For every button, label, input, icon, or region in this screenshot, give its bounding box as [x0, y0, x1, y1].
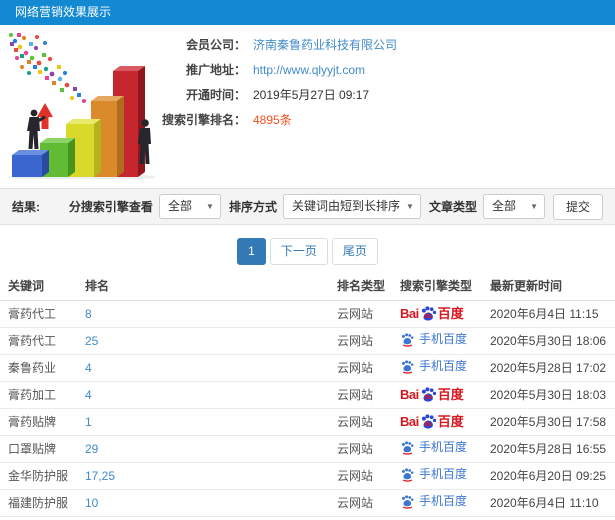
time-cell: 2020年5月30日 17:58 [490, 408, 615, 436]
rank-link[interactable]: 17,25 [85, 469, 115, 483]
rank-type-cell: 云网站 [337, 489, 400, 517]
pagination: 1 下一页 尾页 [0, 238, 615, 265]
info-row-url: 推广地址： http://www.qlyyjt.com [158, 62, 615, 87]
baidu-paw-icon: du [420, 386, 437, 403]
rank-link[interactable]: 10 [85, 496, 98, 510]
baidu-mobile-logo: 手机百度 [400, 494, 467, 509]
baidu-mobile-logo: 手机百度 [400, 332, 467, 347]
time-cell: 2020年6月4日 11:15 [490, 300, 615, 328]
company-link[interactable]: 济南秦鲁药业科技有限公司 [253, 38, 397, 52]
col-rank-type: 排名类型 [337, 271, 400, 301]
mobile-baidu-paw-icon [400, 440, 415, 455]
keyword-cell: 膏药贴牌 [0, 408, 85, 436]
col-updated: 最新更新时间 [490, 271, 615, 301]
mobile-baidu-paw-icon [400, 359, 415, 374]
baidu-mobile-logo: 手机百度 [400, 467, 467, 482]
baidu-mobile-logo: 手机百度 [400, 359, 467, 374]
rank-count-value: 4895条 [253, 113, 292, 127]
col-rank: 排名 [85, 271, 337, 301]
rank-type-cell: 云网站 [337, 408, 400, 436]
table-row: 膏药代工 8 云网站 Bai du 百度 2020年6月4日 11:15 [0, 300, 615, 328]
info-section: 会员公司： 济南秦鲁药业科技有限公司 推广地址： http://www.qlyy… [0, 25, 615, 188]
table-header-row: 关键词 排名 排名类型 搜索引擎类型 最新更新时间 [0, 271, 615, 301]
baidu-pc-logo: Bai du 百度 [400, 386, 464, 403]
bar-blue [12, 150, 49, 177]
time-cell: 2020年5月28日 17:02 [490, 354, 615, 382]
time-cell: 2020年5月30日 18:06 [490, 327, 615, 355]
rank-link[interactable]: 4 [85, 388, 92, 402]
baidu-pc-logo: Bai du 百度 [400, 305, 464, 322]
keyword-cell: 口罩贴牌 [0, 435, 85, 463]
open-time-value: 2019年5月27日 09:17 [253, 88, 370, 102]
titlebar: 网络营销效果展示 [0, 0, 615, 25]
rank-link[interactable]: 4 [85, 361, 92, 375]
filter-bar: 结果: 分搜索引擎查看 全部 排序方式 关键词由短到长排序 文章类型 全部 提交 [0, 188, 615, 225]
rank-type-cell: 云网站 [337, 327, 400, 355]
col-engine-type: 搜索引擎类型 [400, 271, 490, 301]
next-page-button[interactable]: 下一页 [269, 238, 328, 265]
mobile-baidu-paw-icon [400, 494, 415, 509]
growth-bar-chart-illustration [8, 33, 156, 179]
keyword-cell: 金华防护服 [0, 462, 85, 490]
rank-link[interactable]: 25 [85, 334, 98, 348]
engine-filter-label: 分搜索引擎查看 [68, 200, 153, 214]
col-keyword: 关键词 [0, 271, 85, 301]
rank-type-cell: 云网站 [337, 462, 400, 490]
info-row-open-time: 开通时间： 2019年5月27日 09:17 [158, 87, 615, 112]
table-row: 膏药贴牌 1 云网站 Bai du 百度 2020年5月30日 17:58 [0, 408, 615, 436]
table-row: 膏药加工 4 云网站 Bai du 百度 2020年5月30日 18:03 [0, 381, 615, 409]
baidu-paw-icon: du [420, 413, 437, 430]
info-row-company: 会员公司： 济南秦鲁药业科技有限公司 [158, 37, 615, 62]
keyword-cell [0, 516, 85, 520]
rank-link[interactable]: 29 [85, 442, 98, 456]
baidu-mobile-logo: 手机百度 [400, 440, 467, 455]
table-row: 福建防护服 10 云网站 手机百度 2020年6月4日 11:10 [0, 489, 615, 517]
mobile-baidu-paw-icon [400, 467, 415, 482]
table-row: 口罩贴牌 29 云网站 手机百度 2020年5月28日 16:55 [0, 435, 615, 463]
submit-button[interactable]: 提交 [552, 193, 603, 220]
keyword-cell: 膏药代工 [0, 300, 85, 328]
filter-controls: 分搜索引擎查看 全部 排序方式 关键词由短到长排序 文章类型 全部 提交 [61, 193, 603, 220]
results-table: 关键词 排名 排名类型 搜索引擎类型 最新更新时间 膏药代工 8 云网站 Bai… [0, 271, 615, 520]
keyword-cell: 福建防护服 [0, 489, 85, 517]
rank-type-cell: 云网站 [337, 381, 400, 409]
rank-type-cell: 云网站 [337, 300, 400, 328]
keyword-cell: 秦鲁药业 [0, 354, 85, 382]
keyword-cell: 膏药加工 [0, 381, 85, 409]
last-page-button[interactable]: 尾页 [331, 238, 378, 265]
time-cell: 2020年5月28日 16:55 [490, 435, 615, 463]
article-type-select[interactable]: 全部 [482, 194, 545, 219]
table-row: Baidu百度 [0, 516, 615, 520]
rank-type-cell: 云网站 [337, 354, 400, 382]
time-cell [490, 516, 615, 520]
table-row: 秦鲁药业 4 云网站 手机百度 2020年5月28日 17:02 [0, 354, 615, 382]
sort-filter-select[interactable]: 关键词由短到长排序 [282, 194, 421, 219]
baidu-paw-icon: du [420, 305, 437, 322]
result-label: 结果: [12, 200, 40, 214]
mobile-baidu-paw-icon [400, 332, 415, 347]
confetti-dots [9, 33, 86, 103]
keyword-cell: 膏药代工 [0, 327, 85, 355]
rank-type-cell [337, 516, 400, 520]
table-row: 金华防护服 17,25 云网站 手机百度 2020年6月20日 09:25 [0, 462, 615, 490]
time-cell: 2020年6月4日 11:10 [490, 489, 615, 517]
article-type-label: 文章类型 [428, 200, 477, 214]
info-row-rank-count: 搜索引擎排名： 4895条 [158, 112, 615, 137]
baidu-pc-logo: Bai du 百度 [400, 413, 464, 430]
rank-link[interactable]: 8 [85, 307, 92, 321]
engine-filter-select[interactable]: 全部 [158, 194, 221, 219]
time-cell: 2020年5月30日 18:03 [490, 381, 615, 409]
sort-filter-label: 排序方式 [228, 200, 277, 214]
rank-link[interactable]: 1 [85, 415, 92, 429]
promo-url-link[interactable]: http://www.qlyyjt.com [253, 63, 365, 77]
rank-type-cell: 云网站 [337, 435, 400, 463]
time-cell: 2020年6月20日 09:25 [490, 462, 615, 490]
table-row: 膏药代工 25 云网站 手机百度 2020年5月30日 18:06 [0, 327, 615, 355]
page-button-1[interactable]: 1 [237, 238, 266, 265]
page-title: 网络营销效果展示 [15, 5, 112, 19]
